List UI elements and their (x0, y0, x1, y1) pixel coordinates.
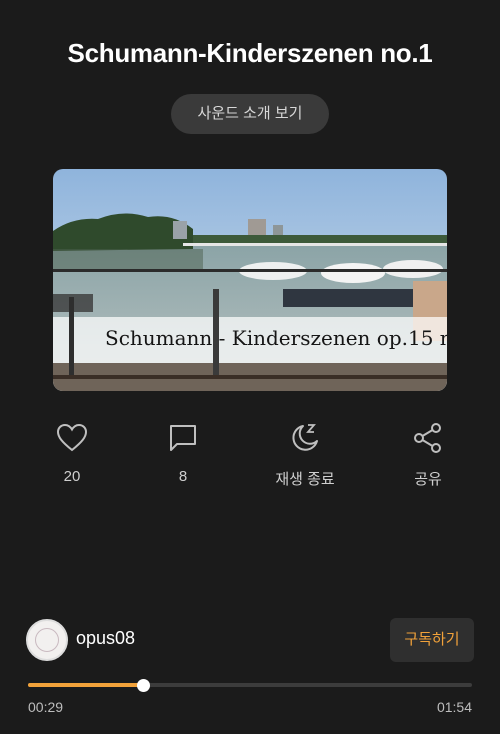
current-time: 00:29 (28, 699, 64, 715)
sound-title: Schumann-Kinderszenen no.1 (67, 38, 433, 68)
progress-handle[interactable] (137, 679, 151, 692)
playback-progress-bar[interactable] (28, 679, 472, 692)
total-time: 01:54 (436, 699, 472, 715)
cover-caption: Schumann - Kinderszenen op.15 no.1 (105, 326, 447, 350)
heart-icon (32, 420, 112, 456)
moon-sleep-icon (265, 420, 345, 456)
share-icon (388, 420, 468, 456)
like-count: 20 (63, 468, 81, 485)
subscribe-button[interactable]: 구독하기 (390, 618, 474, 662)
like-button[interactable]: 20 (32, 420, 112, 485)
sleep-timer-button[interactable]: 재생 종료 (265, 420, 345, 489)
comment-icon (143, 420, 223, 456)
progress-fill (28, 683, 144, 687)
cover-image: Schumann - Kinderszenen op.15 no.1 (53, 169, 447, 391)
comment-count: 8 (178, 468, 188, 485)
comment-button[interactable]: 8 (143, 420, 223, 485)
share-label: 공유 (414, 471, 442, 488)
action-bar: 20 8 재생 종료 공유 (0, 420, 500, 490)
sleep-timer-label: 재생 종료 (275, 471, 335, 488)
channel-name[interactable]: opus08 (76, 628, 135, 649)
channel-avatar[interactable] (26, 619, 68, 661)
share-button[interactable]: 공유 (388, 420, 468, 489)
channel-row: opus08 구독하기 (26, 618, 474, 664)
sound-intro-button[interactable]: 사운드 소개 보기 (171, 94, 329, 134)
